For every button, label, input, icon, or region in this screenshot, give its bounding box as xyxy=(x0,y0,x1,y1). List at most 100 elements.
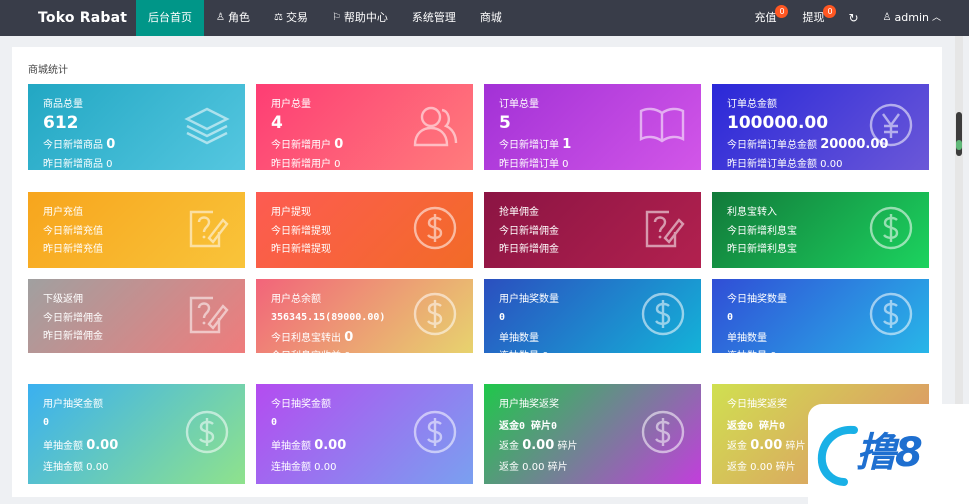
card-value: 5 xyxy=(499,113,511,133)
card-label: 今日抽奖数量 xyxy=(727,294,787,305)
card-value: 0 xyxy=(43,417,50,428)
card-yesterday: 昨日新增佣金 xyxy=(43,331,103,342)
nav-item-home[interactable]: 后台首页 xyxy=(136,0,204,36)
card-today: 今日新增佣金 xyxy=(43,313,103,324)
card-value: 356345.15(89000.00) xyxy=(271,312,386,323)
recharge-link[interactable]: 充值 0 xyxy=(744,0,789,36)
card-value: 返金0 碎片0 xyxy=(499,421,558,432)
nav-item-help[interactable]: ⚐ 帮助中心 xyxy=(320,0,400,36)
scrollbar-indicator xyxy=(956,140,962,150)
card-yesterday: 连抽数量 0 xyxy=(499,347,549,353)
card-today: 返金 0.00 碎片 xyxy=(499,438,578,453)
dollar-icon xyxy=(183,408,231,460)
edit-icon xyxy=(183,204,231,256)
stat-card: 用户抽奖数量 0 单抽数量 连抽数量 0 xyxy=(484,279,701,353)
card-label: 用户总余额 xyxy=(271,294,321,305)
card-today: 返金 0.00 碎片 xyxy=(727,438,806,453)
card-label: 抢单佣金 xyxy=(499,207,539,218)
stat-card: 用户总量 4 今日新增用户 0 昨日新增用户 0 xyxy=(256,84,473,170)
card-today: 今日新增订单 1 xyxy=(499,137,572,152)
yen-icon xyxy=(867,101,915,153)
card-yesterday: 昨日新增提现 xyxy=(271,244,331,255)
card-today: 今日新增商品 0 xyxy=(43,137,116,152)
dollar-icon xyxy=(867,204,915,256)
card-yesterday: 连抽金额 0.00 xyxy=(271,462,337,473)
watermark-text: 撸8 xyxy=(856,430,923,476)
card-today: 今日新增提现 xyxy=(271,226,331,237)
card-label: 用户抽奖返奖 xyxy=(499,399,559,410)
card-label: 订单总金额 xyxy=(727,99,777,110)
card-today: 单抽金额 0.00 xyxy=(271,438,347,453)
card-label: 商品总量 xyxy=(43,99,83,110)
card-value: 0 xyxy=(499,312,506,323)
stat-card: 利息宝转入 今日新增利息宝 昨日新增利息宝 xyxy=(712,192,929,268)
refresh-icon[interactable]: ↻ xyxy=(834,0,872,36)
card-today: 单抽数量 xyxy=(499,333,539,344)
card-value: 612 xyxy=(43,113,79,133)
dollar-icon xyxy=(639,408,687,460)
stat-card: 用户提现 今日新增提现 昨日新增提现 xyxy=(256,192,473,268)
card-yesterday: 昨日新增用户 0 xyxy=(271,159,341,170)
top-navigation-bar: Toko Rabat 后台首页 ♙ 角色 ⚖ 交易 ⚐ 帮助中心 系统管理 商城 充值… xyxy=(0,0,969,36)
card-yesterday: 昨日新增充值 xyxy=(43,244,103,255)
panel-title: 商城统计 xyxy=(28,65,68,76)
card-label: 下级返佣 xyxy=(43,294,83,305)
card-today: 今日新增用户 0 xyxy=(271,137,344,152)
card-label: 用户总量 xyxy=(271,99,311,110)
username: admin xyxy=(894,11,929,24)
card-today: 单抽数量 xyxy=(727,333,767,344)
card-yesterday: 昨日新增订单总金额 0.00 xyxy=(727,159,843,170)
brand-logo[interactable]: Toko Rabat xyxy=(38,0,127,36)
flag-icon: ⚐ xyxy=(331,12,341,23)
card-today: 今日新增订单总金额 20000.00 xyxy=(727,137,889,152)
watermark-logo: 撸8 xyxy=(808,404,969,504)
user-icon: ♙ xyxy=(216,12,225,23)
stat-card: 商品总量 612 今日新增商品 0 昨日新增商品 0 xyxy=(28,84,245,170)
card-today: 今日新增佣金 xyxy=(499,226,559,237)
user-icon: ♙ xyxy=(882,12,892,23)
card-label: 今日抽奖返奖 xyxy=(727,399,787,410)
book-icon xyxy=(637,105,687,149)
card-yesterday: 昨日新增商品 0 xyxy=(43,159,113,170)
card-yesterday: 昨日新增订单 0 xyxy=(499,159,569,170)
nav-item-roles[interactable]: ♙ 角色 xyxy=(204,0,262,36)
users-icon xyxy=(409,101,459,153)
card-value: 0 xyxy=(271,417,278,428)
recharge-badge: 0 xyxy=(775,5,789,18)
stat-card: 今日抽奖数量 0 单抽数量 连抽数量 0 xyxy=(712,279,929,353)
stat-card: 用户抽奖金额 0 单抽金额 0.00 连抽金额 0.00 xyxy=(28,384,245,484)
stat-card: 抢单佣金今日新增佣金 昨日新增佣金 xyxy=(484,192,701,268)
stat-card: 今日抽奖金额 0 单抽金额 0.00 连抽金额 0.00 xyxy=(256,384,473,484)
nav-item-trade[interactable]: ⚖ 交易 xyxy=(262,0,320,36)
card-label: 今日抽奖金额 xyxy=(271,399,331,410)
card-yesterday: 连抽金额 0.00 xyxy=(43,462,109,473)
edit-icon xyxy=(183,290,231,342)
card-label: 用户抽奖数量 xyxy=(499,294,559,305)
dollar-icon xyxy=(411,408,459,460)
card-value: 返金0 碎片0 xyxy=(727,421,786,432)
card-label: 用户抽奖金额 xyxy=(43,399,103,410)
card-value: 0 xyxy=(727,312,734,323)
nav-item-mall[interactable]: 商城 xyxy=(468,0,514,36)
edit-icon xyxy=(639,204,687,256)
stat-card: 订单总金额 100000.00 今日新增订单总金额 20000.00 昨日新增订单总金… xyxy=(712,84,929,170)
card-yesterday: 返金 0.00 碎片 xyxy=(499,462,568,473)
card-today: 今日新增利息宝 xyxy=(727,226,797,237)
dollar-icon xyxy=(639,290,687,342)
main-nav: 后台首页 ♙ 角色 ⚖ 交易 ⚐ 帮助中心 系统管理 商城 xyxy=(136,0,514,36)
card-label: 订单总量 xyxy=(499,99,539,110)
card-yesterday: 今日利息宝收益 0 xyxy=(271,347,351,353)
card-yesterday: 昨日新增佣金 xyxy=(499,244,559,255)
card-yesterday: 连抽数量 0 xyxy=(727,347,777,353)
stat-card: 用户抽奖返奖 返金0 碎片0 返金 0.00 碎片 返金 0.00 碎片 xyxy=(484,384,701,484)
nav-item-system[interactable]: 系统管理 xyxy=(400,0,468,36)
card-today: 今日新增充值 xyxy=(43,226,103,237)
dollar-icon xyxy=(411,290,459,342)
layers-icon xyxy=(183,101,231,153)
stats-panel: 商城统计 商品总量 612 今日新增商品 0 昨日新增商品 0 用户总量 4 今日新增用户 … xyxy=(12,47,942,497)
stat-card: 用户总余额 356345.15(89000.00) 今日利息宝转出 0 今日利息宝收益… xyxy=(256,279,473,353)
card-label: 用户充值 xyxy=(43,207,83,218)
card-today: 单抽金额 0.00 xyxy=(43,438,119,453)
user-menu[interactable]: ♙ admin ︿ xyxy=(873,0,969,36)
withdraw-link[interactable]: 提现 0 xyxy=(792,0,837,36)
